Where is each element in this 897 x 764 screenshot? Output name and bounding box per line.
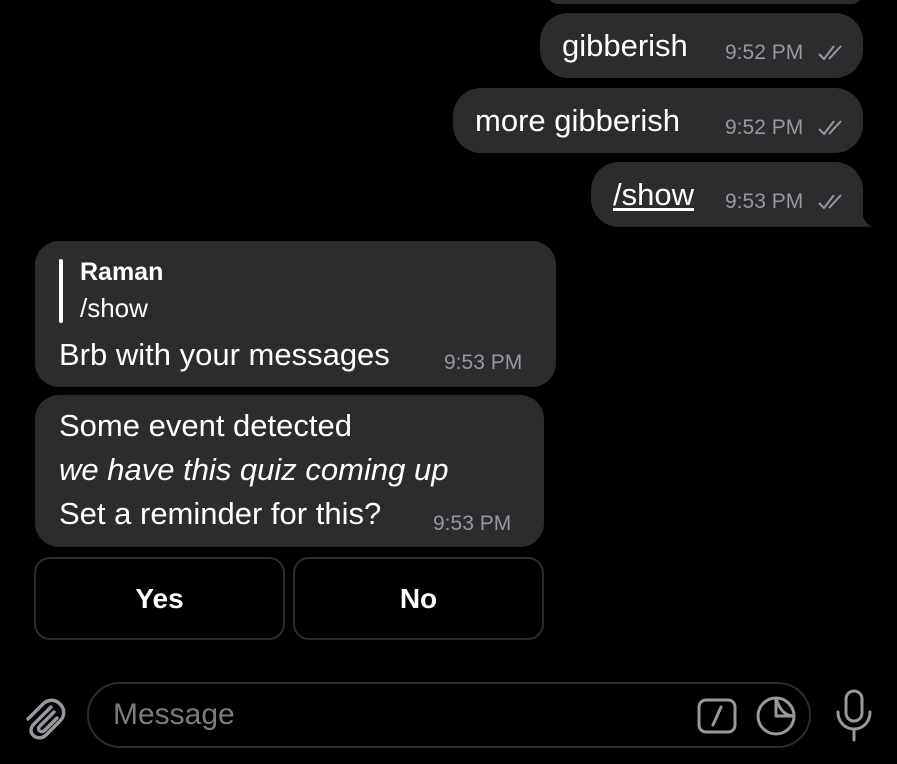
message-text: Brb with your messages	[59, 337, 390, 372]
message-time: 9:53 PM	[433, 512, 512, 535]
no-button[interactable]: No	[293, 557, 544, 640]
outgoing-message[interactable]: more gibberish 9:52 PM	[453, 88, 863, 153]
message-text: more gibberish	[475, 103, 681, 138]
chat-screen: gibberish 9:52 PM more gibberish 9:52 PM…	[0, 0, 897, 764]
microphone-icon[interactable]	[832, 688, 876, 744]
reply-quote-text[interactable]: /show	[80, 293, 148, 323]
read-checkmarks-icon	[818, 45, 842, 61]
command-link[interactable]: /show	[613, 177, 694, 213]
event-question: Set a reminder for this?	[59, 496, 382, 531]
message-time: 9:53 PM	[444, 351, 523, 374]
reply-quote-bar	[59, 259, 63, 323]
incoming-reply-message[interactable]: Raman /show Brb with your messages 9:53 …	[35, 241, 556, 387]
sticker-icon[interactable]	[755, 695, 797, 737]
message-composer: Message	[0, 660, 897, 764]
bubble-tail	[850, 197, 872, 227]
message-placeholder: Message	[113, 698, 235, 731]
message-time: 9:53 PM	[725, 190, 804, 213]
event-description: we have this quiz coming up	[59, 452, 449, 487]
read-checkmarks-icon	[818, 120, 842, 136]
message-input[interactable]: Message	[87, 682, 811, 748]
incoming-event-message[interactable]: Some event detected we have this quiz co…	[35, 395, 544, 547]
outgoing-message[interactable]: /show 9:53 PM	[591, 162, 863, 227]
previous-message-bubble-edge	[548, 0, 862, 4]
message-text: gibberish	[562, 28, 688, 63]
reply-quote-author[interactable]: Raman	[80, 257, 163, 287]
event-title: Some event detected	[59, 408, 352, 443]
message-time: 9:52 PM	[725, 41, 804, 64]
read-checkmarks-icon	[818, 194, 842, 210]
outgoing-message[interactable]: gibberish 9:52 PM	[540, 13, 863, 78]
commands-icon[interactable]	[697, 698, 737, 734]
message-time: 9:52 PM	[725, 116, 804, 139]
yes-button[interactable]: Yes	[34, 557, 285, 640]
attach-icon[interactable]	[20, 694, 66, 740]
